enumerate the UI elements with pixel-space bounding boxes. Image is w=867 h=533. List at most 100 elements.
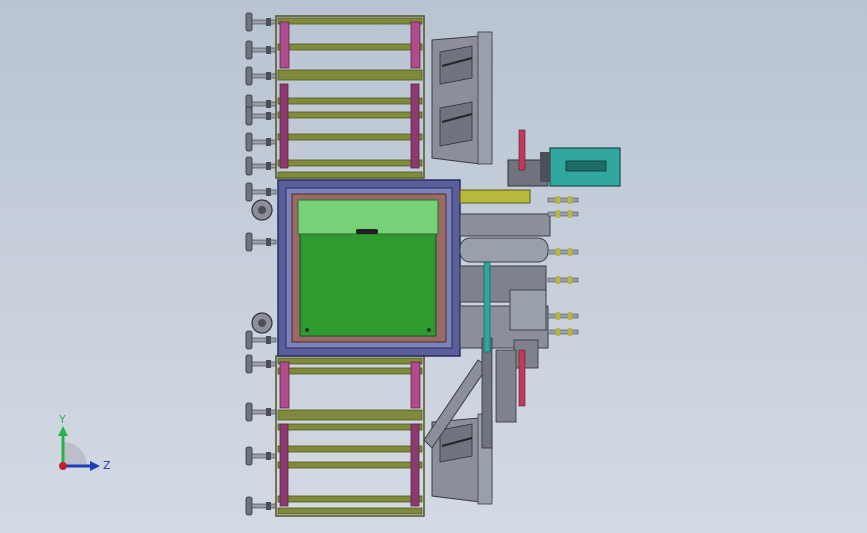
foot-pad	[245, 156, 253, 176]
foot-pad	[245, 402, 253, 422]
foot-pad	[245, 12, 253, 32]
bolt-nut	[556, 328, 560, 336]
foot-rod	[251, 337, 277, 343]
frame-bar	[277, 159, 423, 167]
bolt	[547, 277, 579, 283]
bolt-nut	[568, 312, 572, 320]
foot-nut	[266, 112, 271, 120]
foot-nut	[266, 100, 271, 108]
frame-bar	[277, 111, 423, 119]
foot-rod	[251, 101, 277, 107]
frame-bar	[277, 69, 423, 81]
foot-rod	[251, 73, 277, 79]
frame-bar	[277, 495, 423, 503]
foot-pad	[245, 182, 253, 202]
chamber-handle	[356, 229, 378, 234]
bolt	[547, 313, 579, 319]
frame-bar	[277, 17, 423, 25]
foot-rod	[251, 47, 277, 53]
lower-frame-outline	[275, 355, 425, 517]
foot-nut	[266, 46, 271, 54]
foot-rod	[251, 503, 277, 509]
central-chamber	[277, 179, 461, 357]
foot-pad	[245, 106, 253, 126]
foot-nut	[266, 162, 271, 170]
coordinate-triad: Y Z	[58, 413, 111, 472]
upper-right-post	[410, 21, 421, 69]
upper-left-post	[279, 21, 290, 69]
red-rod-top	[518, 129, 526, 171]
triad-arc	[63, 442, 87, 466]
bolt-nut	[568, 196, 572, 204]
bolt-nut	[556, 312, 560, 320]
bolt	[547, 249, 579, 255]
frame-bar	[277, 423, 423, 431]
frame-bar	[277, 445, 423, 453]
frame-bar	[277, 409, 423, 421]
foot-rod	[251, 239, 277, 245]
triad-origin	[59, 462, 67, 470]
leveling-feet	[245, 12, 277, 516]
bolt-nut	[568, 276, 572, 284]
bolt-nut	[556, 276, 560, 284]
lower-right-post	[410, 361, 421, 409]
chamber-top-panel	[297, 199, 439, 235]
z-axis-arrow	[90, 461, 100, 471]
bolt-nut	[568, 328, 572, 336]
lower-frame-rack	[275, 355, 425, 517]
bolt	[547, 211, 579, 217]
lower-right-post-2	[410, 423, 420, 507]
control-box[interactable]	[540, 147, 621, 187]
machine-assembly-model[interactable]	[245, 12, 621, 517]
foot-rod	[251, 113, 277, 119]
side-rollers	[251, 199, 273, 334]
frame-bar	[277, 461, 423, 469]
red-rod-bottom	[518, 349, 526, 407]
foot-pad	[245, 446, 253, 466]
frame-bar	[277, 507, 423, 515]
bolt-nut	[556, 248, 560, 256]
upper-frame-rack	[275, 15, 425, 179]
frame-bar	[277, 43, 423, 51]
foot-nut	[266, 360, 271, 368]
z-axis-label: Z	[103, 459, 111, 472]
teal-rod	[483, 261, 491, 353]
foot-pad	[245, 40, 253, 60]
foot-nut	[266, 336, 271, 344]
foot-rod	[251, 163, 277, 169]
foot-pad	[245, 132, 253, 152]
foot-rod	[251, 189, 277, 195]
bolt-nut	[568, 210, 572, 218]
cad-viewport[interactable]	[0, 0, 867, 533]
upper-right-post-2	[410, 83, 420, 169]
frame-bar	[277, 357, 423, 365]
foot-nut	[266, 138, 271, 146]
foot-nut	[266, 188, 271, 196]
yellow-cylinder	[459, 189, 531, 204]
upper-motor-housing	[431, 31, 493, 165]
foot-pad	[245, 232, 253, 252]
lower-left-post-2	[279, 423, 289, 507]
frame-bar	[277, 133, 423, 141]
y-axis-label: Y	[58, 413, 66, 426]
foot-nut	[266, 18, 271, 26]
foot-pad	[245, 330, 253, 350]
frame-bar	[277, 367, 423, 375]
foot-nut	[266, 72, 271, 80]
bolt	[547, 329, 579, 335]
foot-rod	[251, 361, 277, 367]
y-axis-arrow	[58, 426, 68, 436]
bolt-nut	[556, 196, 560, 204]
chamber-glass	[299, 233, 437, 337]
frame-bar	[277, 97, 423, 105]
foot-nut	[266, 238, 271, 246]
foot-pad	[245, 66, 253, 86]
foot-nut	[266, 408, 271, 416]
foot-rod	[251, 19, 277, 25]
foot-pad	[245, 496, 253, 516]
upper-left-post-2	[279, 83, 289, 169]
foot-rod	[251, 409, 277, 415]
bolt-nut	[556, 210, 560, 218]
foot-pad	[245, 354, 253, 374]
lower-left-post	[279, 361, 290, 409]
